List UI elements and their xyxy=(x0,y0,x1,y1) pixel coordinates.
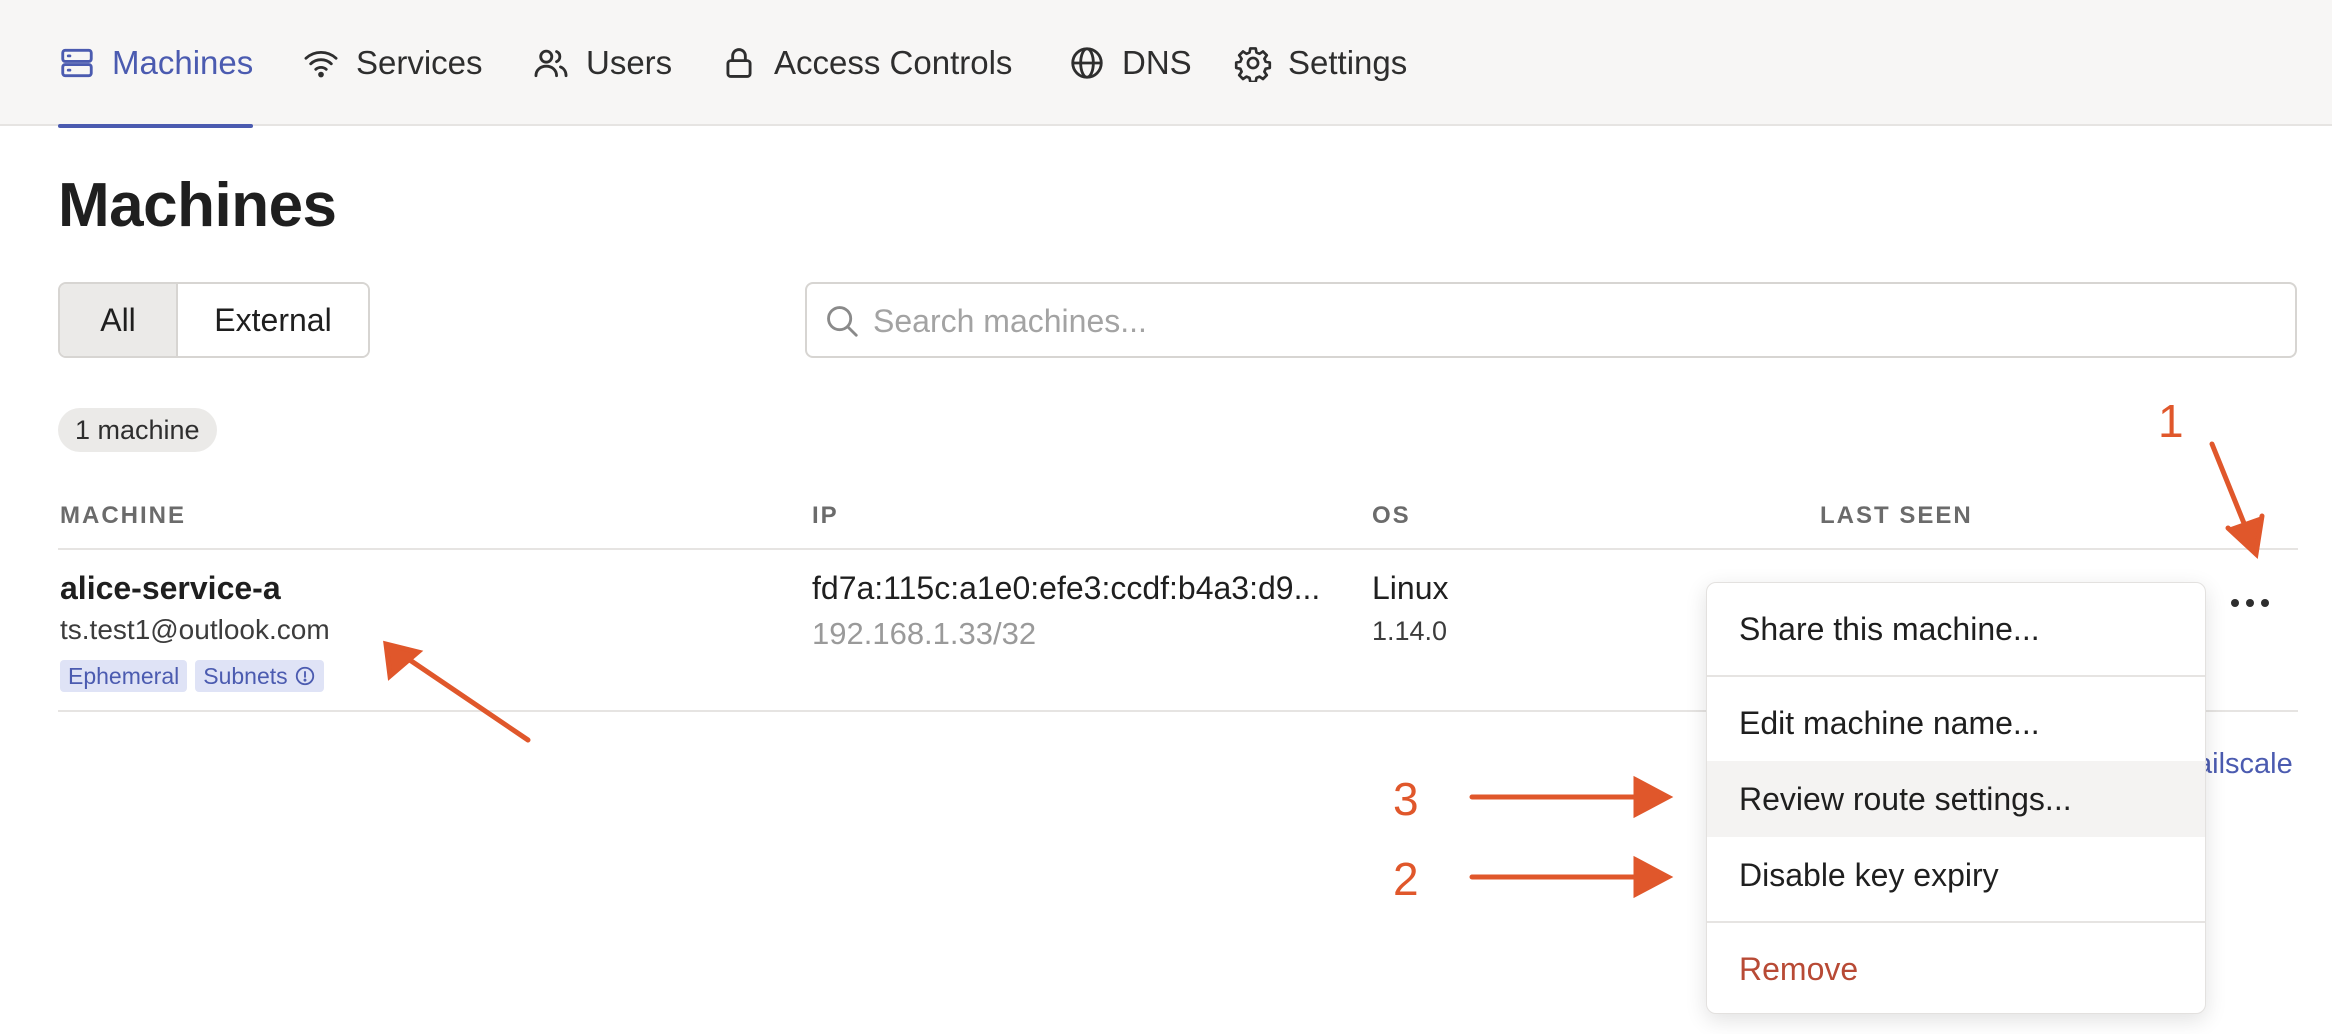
nav-tab-settings[interactable]: Settings xyxy=(1234,0,1407,126)
machine-os-version: 1.14.0 xyxy=(1372,616,1448,646)
menu-item-review-route-settings[interactable]: Review route settings... xyxy=(1707,761,2205,837)
menu-item-disable-key-expiry[interactable]: Disable key expiry xyxy=(1707,837,2205,913)
search-box xyxy=(805,282,2297,358)
nav-tab-label: DNS xyxy=(1122,44,1192,81)
nav-tab-services[interactable]: Services xyxy=(302,0,483,126)
lock-icon xyxy=(726,48,752,78)
menu-separator xyxy=(1707,675,2205,677)
machine-actions-dropdown: Share this machine... Edit machine name.… xyxy=(1706,582,2206,1014)
column-header-machine: MACHINE xyxy=(60,502,186,529)
active-tab-underline xyxy=(58,124,254,128)
column-header-ip: IP xyxy=(812,502,839,529)
annotation-arrow-to-machine xyxy=(383,640,531,743)
menu-item-remove[interactable]: Remove xyxy=(1707,931,2205,1007)
search-input[interactable] xyxy=(871,284,2275,358)
filter-all-button[interactable]: All xyxy=(60,284,178,356)
info-icon xyxy=(295,666,314,686)
nav-tab-label: Machines xyxy=(112,44,254,81)
search-icon xyxy=(827,306,858,337)
nav-tab-label: Settings xyxy=(1288,44,1408,81)
subnets-tag[interactable]: Subnets xyxy=(195,660,324,692)
machine-name[interactable]: alice-service-a xyxy=(60,570,281,607)
menu-item-edit-machine-name[interactable]: Edit machine name... xyxy=(1707,685,2205,761)
annotation-number-1: 1 xyxy=(2158,395,2184,447)
nav-tab-access-controls[interactable]: Access Controls xyxy=(720,0,1012,126)
filter-external-button[interactable]: External xyxy=(178,284,368,356)
menu-separator xyxy=(1707,921,2205,923)
top-navigation: Machines Services Users Access Controls … xyxy=(0,0,2332,128)
nav-tab-users[interactable]: Users xyxy=(532,0,672,126)
machine-actions-menu-button[interactable] xyxy=(2228,586,2272,620)
column-header-last-seen: LAST SEEN xyxy=(1820,502,1973,529)
tag-label: Ephemeral xyxy=(68,662,180,689)
nav-tab-machines[interactable]: Machines xyxy=(58,0,254,128)
machine-tags: Ephemeral Subnets xyxy=(60,660,324,692)
machine-subnet-route: 192.168.1.33/32 xyxy=(812,616,1037,651)
nav-tab-label: Services xyxy=(356,44,483,81)
annotation-arrow-to-review-routes xyxy=(1469,775,1674,819)
ephemeral-tag: Ephemeral xyxy=(60,660,188,692)
machine-count-badge: 1 machine xyxy=(58,408,217,452)
gear-icon xyxy=(1234,47,1272,82)
wifi-icon xyxy=(304,51,338,78)
partially-hidden-link[interactable]: ailscale xyxy=(2196,748,2293,781)
globe-icon xyxy=(1071,47,1103,79)
annotation-number-3: 3 xyxy=(1393,773,1419,825)
menu-item-share-machine[interactable]: Share this machine... xyxy=(1707,591,2205,667)
table-header-divider xyxy=(58,548,2298,550)
machine-ipv6[interactable]: fd7a:115c:a1e0:efe3:ccdf:b4a3:d9... xyxy=(812,570,1320,607)
tag-label: Subnets xyxy=(203,662,288,689)
more-horizontal-icon xyxy=(2231,599,2269,607)
page-title: Machines xyxy=(58,171,337,240)
machine-filter-segmented-control: All External xyxy=(58,282,370,358)
nav-tab-dns[interactable]: DNS xyxy=(1068,0,1192,126)
column-header-os: OS xyxy=(1372,502,1411,529)
annotation-number-2: 2 xyxy=(1393,853,1419,905)
annotation-arrow-to-actions-button xyxy=(2209,441,2265,560)
machine-os: Linux xyxy=(1372,570,1449,606)
server-icon xyxy=(61,48,93,78)
nav-tab-label: Access Controls xyxy=(774,44,1013,81)
machine-owner-email: ts.test1@outlook.com xyxy=(60,614,330,645)
users-icon xyxy=(534,49,568,78)
annotation-arrow-to-disable-key-expiry xyxy=(1469,855,1674,899)
nav-tab-label: Users xyxy=(586,44,673,81)
